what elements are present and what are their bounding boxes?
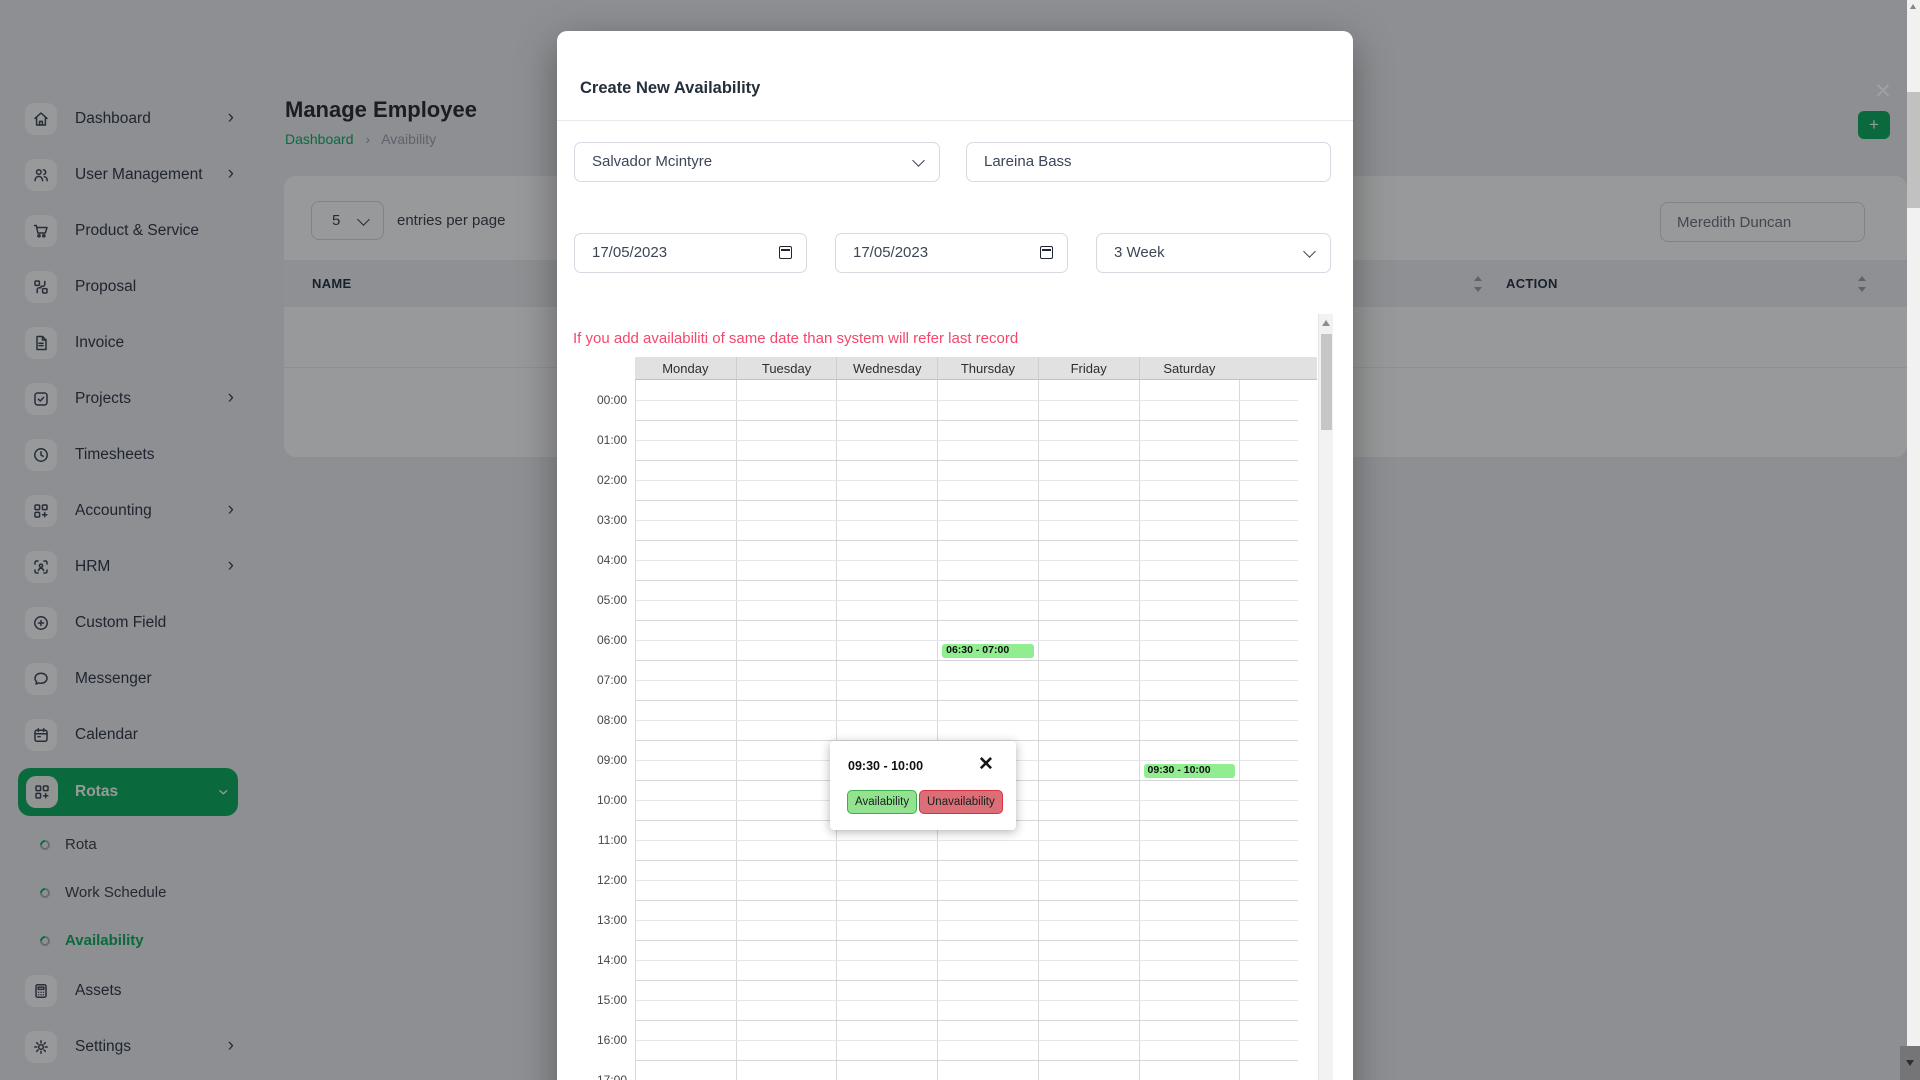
slot-line [636, 460, 1298, 461]
day-column[interactable] [1140, 380, 1241, 1080]
day-header-monday: Monday [635, 357, 736, 379]
calendar-scrollbar[interactable] [1318, 314, 1333, 1080]
time-label: 11:00 [580, 833, 627, 847]
slot-line [636, 500, 1298, 501]
slot-line [636, 640, 1298, 641]
scroll-up-icon [1910, 4, 1916, 9]
slot-line [636, 580, 1298, 581]
slot-line [636, 1000, 1298, 1001]
availability-button[interactable]: Availability [847, 790, 917, 814]
page-scrollbar[interactable] [1907, 0, 1920, 1080]
popup-close-icon[interactable]: ✕ [973, 751, 999, 777]
time-label: 12:00 [580, 873, 627, 887]
time-label: 15:00 [580, 993, 627, 1007]
unavailability-button[interactable]: Unavailability [919, 790, 1003, 814]
time-label: 14:00 [580, 953, 627, 967]
time-label: 08:00 [580, 713, 627, 727]
slot-line [636, 520, 1298, 521]
popup-time-range: 09:30 - 10:00 [848, 759, 923, 773]
time-label: 03:00 [580, 513, 627, 527]
slot-line [636, 660, 1298, 661]
scroll-down-button[interactable] [1900, 1046, 1920, 1080]
time-label: 17:00 [580, 1073, 627, 1080]
calendar-scrollbar-thumb[interactable] [1321, 334, 1332, 430]
day-column[interactable] [938, 380, 1039, 1080]
day-header-row: MondayTuesdayWednesdayThursdayFridaySatu… [635, 357, 1317, 380]
schedule-body: 06:30 - 07:00 09:30 - 10:00 [635, 380, 1298, 1080]
day-column[interactable] [737, 380, 838, 1080]
day-header-friday: Friday [1038, 357, 1139, 379]
slot-line [636, 920, 1298, 921]
day-header-wednesday: Wednesday [836, 357, 937, 379]
time-label: 09:00 [580, 753, 627, 767]
slot-line [636, 880, 1298, 881]
slot-line [636, 1020, 1298, 1021]
slot-line [636, 840, 1298, 841]
time-label: 02:00 [580, 473, 627, 487]
time-label: 10:00 [580, 793, 627, 807]
scroll-up-icon[interactable] [1322, 320, 1330, 326]
day-column[interactable] [1240, 380, 1298, 1080]
time-label: 16:00 [580, 1033, 627, 1047]
availability-event[interactable]: 09:30 - 10:00 [1144, 764, 1236, 778]
time-label: 01:00 [580, 433, 627, 447]
slot-line [636, 440, 1298, 441]
slot-line [636, 620, 1298, 621]
slot-line [636, 900, 1298, 901]
slot-line [636, 980, 1298, 981]
day-header-thursday: Thursday [937, 357, 1038, 379]
modal-close-icon[interactable]: ✕ [1869, 78, 1897, 106]
time-label: 00:00 [580, 393, 627, 407]
slot-line [636, 720, 1298, 721]
slot-action-popup: 09:30 - 10:00 ✕ AvailabilityUnavailabili… [830, 741, 1016, 830]
slot-line [636, 480, 1298, 481]
slot-line [636, 600, 1298, 601]
slot-line [636, 400, 1298, 401]
time-label: 07:00 [580, 673, 627, 687]
slot-line [636, 1060, 1298, 1061]
slot-line [636, 700, 1298, 701]
slot-line [636, 1040, 1298, 1041]
week-schedule-grid: MondayTuesdayWednesdayThursdayFridaySatu… [557, 31, 1353, 1080]
availability-event[interactable]: 06:30 - 07:00 [942, 644, 1034, 658]
create-availability-modal: Create New Availability ✕ Employee Salva… [557, 31, 1353, 1080]
slot-line [636, 420, 1298, 421]
time-label: 05:00 [580, 593, 627, 607]
day-column[interactable] [636, 380, 737, 1080]
slot-line [636, 540, 1298, 541]
page-scrollbar-thumb[interactable] [1907, 92, 1920, 208]
day-header-tuesday: Tuesday [736, 357, 837, 379]
slot-line [636, 560, 1298, 561]
slot-line [636, 860, 1298, 861]
day-column[interactable] [1039, 380, 1140, 1080]
slot-line [636, 680, 1298, 681]
time-label: 04:00 [580, 553, 627, 567]
slot-line [636, 940, 1298, 941]
time-label: 06:00 [580, 633, 627, 647]
day-column[interactable] [837, 380, 938, 1080]
time-label: 13:00 [580, 913, 627, 927]
slot-line [636, 960, 1298, 961]
day-header-saturday: Saturday [1139, 357, 1240, 379]
